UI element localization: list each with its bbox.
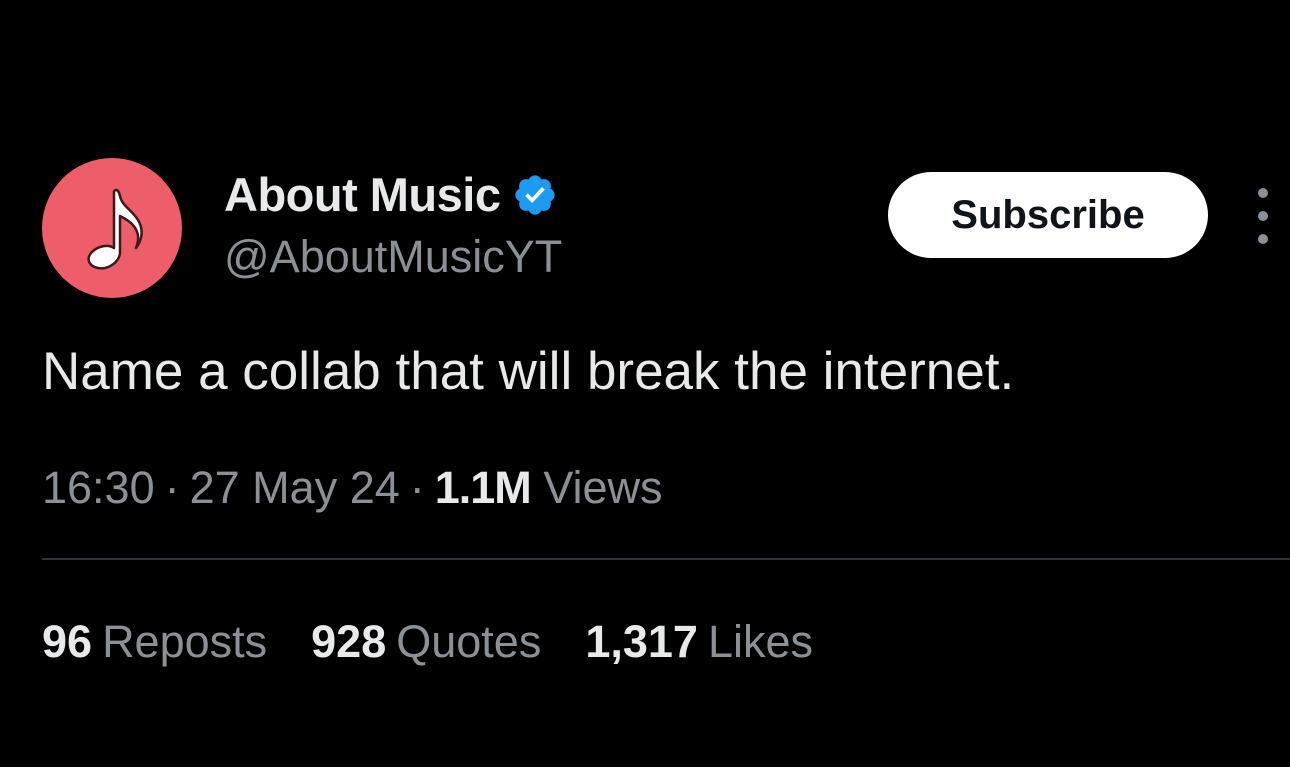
reposts-label: Reposts xyxy=(102,616,268,667)
stat-likes[interactable]: 1,317 Likes xyxy=(585,612,813,672)
tweet-date[interactable]: 27 May 24 xyxy=(190,462,400,513)
tweet-text: Name a collab that will break the intern… xyxy=(42,342,1015,401)
meta-separator: · xyxy=(409,462,425,513)
music-note-icon xyxy=(87,188,143,270)
verified-badge-icon xyxy=(515,175,556,215)
more-dot xyxy=(1258,211,1268,221)
tweet-card: About Music @AboutMusicYT Subscribe Name… xyxy=(0,0,1290,767)
author-name-row[interactable]: About Music xyxy=(224,166,558,224)
author-display-name[interactable]: About Music xyxy=(224,166,501,224)
likes-count: 1,317 xyxy=(585,616,698,667)
meta-separator: · xyxy=(164,462,180,513)
more-vertical-icon[interactable] xyxy=(1248,188,1278,244)
avatar[interactable] xyxy=(42,158,182,298)
views-count[interactable]: 1.1M xyxy=(435,462,532,513)
tweet-time[interactable]: 16:30 xyxy=(42,462,155,513)
views-label[interactable]: Views xyxy=(543,462,662,513)
more-dot xyxy=(1258,234,1268,244)
quotes-count: 928 xyxy=(311,616,387,667)
subscribe-button[interactable]: Subscribe xyxy=(888,172,1208,258)
stat-quotes[interactable]: 928 Quotes xyxy=(311,612,541,672)
more-dot xyxy=(1258,188,1268,198)
author-handle[interactable]: @AboutMusicYT xyxy=(224,228,562,286)
likes-label: Likes xyxy=(707,616,814,667)
tweet-meta: 16:30 · 27 May 24 · 1.1M Views xyxy=(42,458,663,518)
quotes-label: Quotes xyxy=(396,616,542,667)
stat-reposts[interactable]: 96 Reposts xyxy=(42,612,267,672)
reposts-count: 96 xyxy=(42,616,93,667)
divider xyxy=(42,558,1290,560)
engagement-stats: 96 Reposts 928 Quotes 1,317 Likes xyxy=(42,612,857,672)
